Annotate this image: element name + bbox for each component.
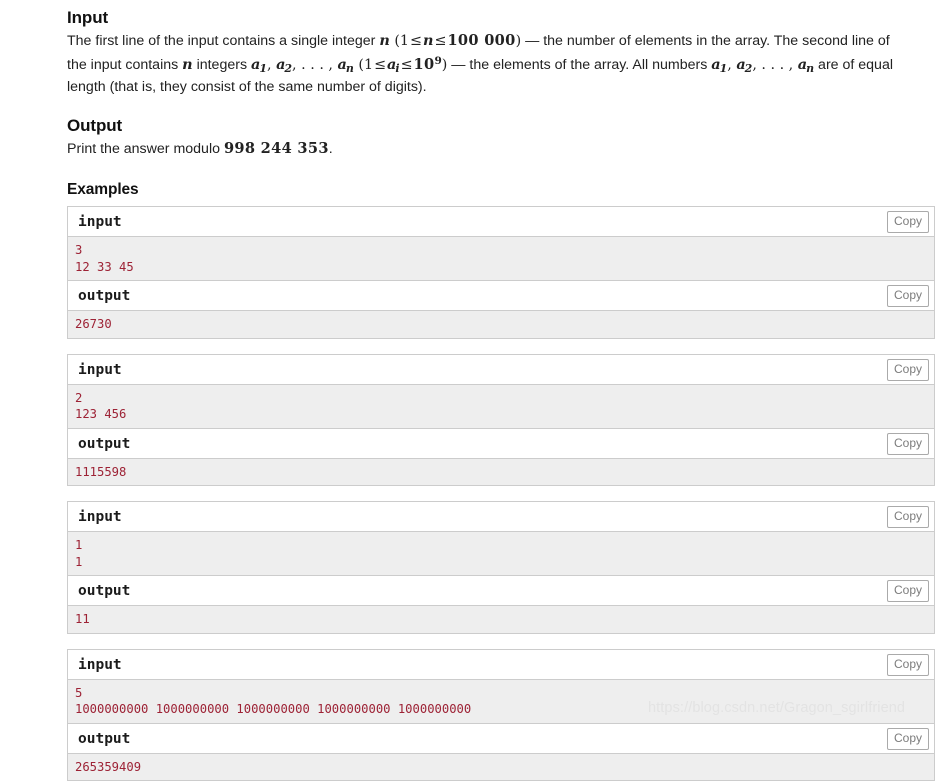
math-paren-open-2: ( xyxy=(353,56,364,73)
copy-input-button[interactable]: Copy xyxy=(886,506,929,529)
math-a-1-sub: 1 xyxy=(259,61,267,75)
copy-input-button[interactable]: Copy xyxy=(886,211,929,234)
math-le-3: ≤ xyxy=(374,56,387,73)
math-paren-open: ( xyxy=(389,33,400,49)
math-one: 1 xyxy=(399,33,410,49)
math-comma-1: , xyxy=(266,56,277,73)
math-le-2: ≤ xyxy=(434,33,447,49)
output-data: 265359409 xyxy=(68,753,934,781)
output-title-bar: output Copy xyxy=(68,723,934,754)
input-title-label: input xyxy=(78,509,122,526)
input-title-bar: input Copy xyxy=(68,207,934,238)
math-exponent-9: 9 xyxy=(434,54,442,67)
math-a-i-sub: i xyxy=(395,61,400,75)
output-data: 1115598 xyxy=(68,458,934,487)
output-title-bar: output Copy xyxy=(68,576,934,607)
math-one-2: 1 xyxy=(363,56,374,73)
input-title-bar: input Copy xyxy=(68,502,934,533)
output-section: Output Print the answer modulo 998 244 3… xyxy=(67,116,935,160)
math-comma-2: , xyxy=(727,56,737,73)
input-data: 2 123 456 xyxy=(68,384,934,429)
output-text-after: . xyxy=(328,140,333,157)
sample-test: input Copy 1 1 output Copy 11 xyxy=(67,501,935,634)
input-data: 3 12 33 45 xyxy=(68,237,934,282)
input-title-bar: input Copy xyxy=(68,354,934,385)
output-title-label: output xyxy=(78,435,131,452)
input-description: The first line of the input contains a s… xyxy=(67,31,908,98)
copy-output-button[interactable]: Copy xyxy=(886,432,929,455)
math-dots-2: , . . . , xyxy=(752,56,798,73)
copy-input-button[interactable]: Copy xyxy=(886,358,929,381)
output-data: 26730 xyxy=(68,311,934,339)
output-title-label: output xyxy=(78,730,131,747)
sample-test: input Copy 2 123 456 output Copy 1115598 xyxy=(67,353,935,487)
math-var-n: n xyxy=(379,32,390,49)
math-le-4: ≤ xyxy=(400,56,413,73)
examples-heading: Examples xyxy=(67,181,139,199)
input-title-label: input xyxy=(78,214,122,231)
math-a-nb-sub: n xyxy=(806,61,815,75)
input-title-label: input xyxy=(78,656,122,673)
copy-output-button[interactable]: Copy xyxy=(886,727,929,750)
input-text-3: integers xyxy=(192,56,251,73)
output-heading: Output xyxy=(67,115,123,135)
sample-test: input Copy 3 12 33 45 output Copy 26730 xyxy=(67,206,935,339)
copy-output-button[interactable]: Copy xyxy=(886,580,929,603)
modulo-value: 998 244 353 xyxy=(223,139,329,157)
output-title-label: output xyxy=(78,288,131,305)
examples-section: Examples xyxy=(67,181,935,199)
math-le-1: ≤ xyxy=(410,33,422,49)
copy-input-button[interactable]: Copy xyxy=(886,653,929,676)
math-var-n-2: n xyxy=(423,32,434,49)
output-title-bar: output Copy xyxy=(68,428,934,459)
copy-output-button[interactable]: Copy xyxy=(886,285,929,308)
math-var-n-3: n xyxy=(182,55,193,73)
output-title-label: output xyxy=(78,583,131,600)
input-title-bar: input Copy xyxy=(68,649,934,680)
problem-statement-page: Input The first line of the input contai… xyxy=(0,0,935,781)
math-a-2-sub: 2 xyxy=(284,61,293,75)
input-text-4: — the elements of the array. All numbers xyxy=(447,56,712,73)
math-limit-n: 100 000 xyxy=(447,32,516,49)
output-data: 11 xyxy=(68,606,934,634)
input-text-1: The first line of the input contains a s… xyxy=(67,33,380,49)
math-dots-1: , . . . , xyxy=(292,56,338,73)
input-title-label: input xyxy=(78,361,122,378)
output-description: Print the answer modulo 998 244 353. xyxy=(67,139,908,160)
input-section: Input The first line of the input contai… xyxy=(67,8,935,98)
output-title-bar: output Copy xyxy=(68,281,934,312)
watermark: https://blog.csdn.net/Gragon_sgirlfriend xyxy=(648,700,906,716)
math-a-n-sub: n xyxy=(345,61,354,75)
sample-tests-list: input Copy 3 12 33 45 output Copy 26730 … xyxy=(67,206,935,781)
input-data: 1 1 xyxy=(68,532,934,577)
output-text-before: Print the answer modulo xyxy=(67,140,224,157)
input-heading: Input xyxy=(67,8,109,27)
math-ten: 10 xyxy=(413,55,435,73)
